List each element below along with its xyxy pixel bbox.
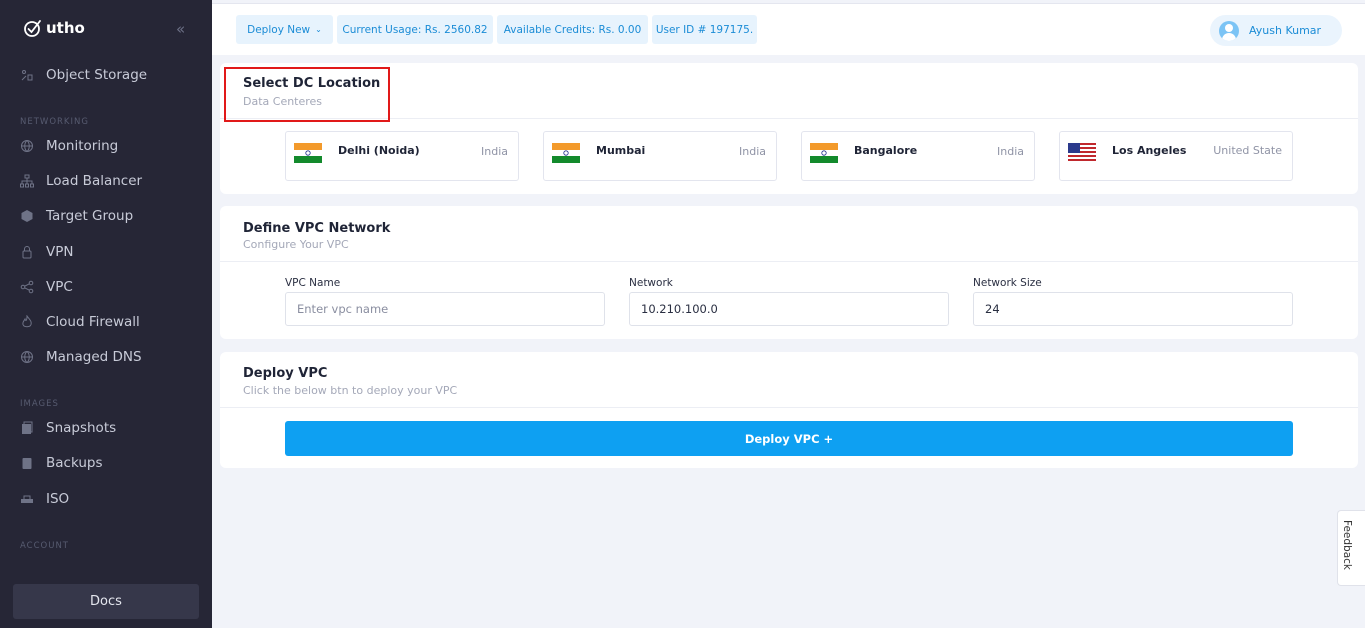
sidebar-item-label: VPC — [46, 279, 73, 295]
divider — [220, 407, 1358, 408]
lock-icon — [20, 245, 34, 259]
sidebar-item-label: Object Storage — [46, 67, 148, 83]
collapse-sidebar-icon[interactable]: « — [176, 20, 185, 38]
sidebar-item-label: Snapshots — [46, 420, 117, 436]
sidebar-item-object-storage[interactable]: Object Storage — [20, 67, 147, 83]
firewall-icon — [20, 315, 34, 329]
load-balancer-icon — [20, 174, 34, 188]
usa-flag-icon — [1068, 143, 1096, 163]
sidebar-item-monitoring[interactable]: Monitoring — [20, 138, 118, 154]
sidebar-item-label: Load Balancer — [46, 173, 143, 189]
vpc-name-label: VPC Name — [285, 277, 341, 289]
deploy-new-dropdown[interactable]: Deploy New ⌄ — [236, 15, 333, 44]
dc-option-mumbai[interactable]: Mumbai India — [543, 131, 777, 181]
dc-city: Mumbai — [596, 144, 646, 157]
current-usage-chip[interactable]: Current Usage: Rs. 2560.82 — [337, 15, 493, 44]
india-flag-icon — [810, 143, 838, 163]
brand-logo[interactable]: utho — [23, 18, 85, 38]
card-title: Define VPC Network — [243, 221, 391, 236]
share-icon — [20, 280, 34, 294]
globe-icon — [20, 350, 34, 364]
sidebar-item-label: Target Group — [46, 208, 134, 224]
user-menu[interactable]: Ayush Kumar — [1210, 15, 1342, 46]
sidebar-item-label: Cloud Firewall — [46, 314, 140, 330]
dc-country: India — [997, 145, 1024, 158]
docs-button[interactable]: Docs — [13, 584, 199, 619]
brand-name: utho — [46, 19, 85, 37]
india-flag-icon — [294, 143, 322, 163]
dc-option-delhi[interactable]: Delhi (Noida) India — [285, 131, 519, 181]
avatar — [1219, 20, 1239, 41]
dc-country: India — [739, 145, 766, 158]
available-credits-chip[interactable]: Available Credits: Rs. 0.00 — [497, 15, 648, 44]
deploy-new-label: Deploy New — [247, 23, 311, 36]
iso-icon — [20, 492, 34, 506]
dc-city: Delhi (Noida) — [338, 144, 420, 157]
network-label: Network — [629, 277, 673, 289]
divider — [220, 118, 1358, 119]
card-subtitle: Click the below btn to deploy your VPC — [243, 384, 458, 397]
network-size-label: Network Size — [973, 277, 1042, 289]
deploy-vpc-button[interactable]: Deploy VPC + — [285, 421, 1293, 456]
dc-option-los-angeles[interactable]: Los Angeles United State — [1059, 131, 1293, 181]
sidebar-item-label: ISO — [46, 491, 70, 507]
sidebar-item-snapshots[interactable]: Snapshots — [20, 420, 116, 436]
user-id-chip[interactable]: User ID # 197175. — [652, 15, 757, 44]
top-bar: Deploy New ⌄ Current Usage: Rs. 2560.82 … — [212, 3, 1365, 55]
utho-logo-icon — [24, 20, 41, 37]
backup-icon — [20, 456, 34, 470]
india-flag-icon — [552, 143, 580, 163]
card-title: Deploy VPC — [243, 366, 328, 381]
sidebar-item-cloud-firewall[interactable]: Cloud Firewall — [20, 314, 140, 330]
target-group-icon — [20, 209, 34, 223]
sidebar-item-backups[interactable]: Backups — [20, 455, 103, 471]
dc-country: India — [481, 145, 508, 158]
section-label-images: IMAGES — [20, 399, 59, 409]
sidebar: utho « Object Storage NETWORKING Monitor… — [0, 0, 212, 628]
user-name: Ayush Kumar — [1249, 24, 1322, 37]
snapshot-icon — [20, 421, 34, 435]
network-input[interactable] — [629, 292, 949, 326]
card-subtitle: Configure Your VPC — [243, 238, 349, 251]
dc-city: Los Angeles — [1112, 144, 1187, 157]
sidebar-item-target-group[interactable]: Target Group — [20, 208, 133, 224]
dc-option-bangalore[interactable]: Bangalore India — [801, 131, 1035, 181]
dc-country: United State — [1213, 144, 1282, 157]
feedback-tab[interactable]: Feedback — [1337, 510, 1365, 586]
feedback-label: Feedback — [1341, 520, 1353, 571]
network-size-input[interactable] — [973, 292, 1293, 326]
sidebar-item-vpn[interactable]: VPN — [20, 244, 73, 260]
sidebar-item-vpc[interactable]: VPC — [20, 279, 73, 295]
sidebar-item-load-balancer[interactable]: Load Balancer — [20, 173, 142, 189]
divider — [220, 261, 1358, 262]
sidebar-item-label: Managed DNS — [46, 349, 142, 365]
dc-city: Bangalore — [854, 144, 918, 157]
chevron-down-icon: ⌄ — [315, 25, 322, 34]
vpc-name-input[interactable] — [285, 292, 605, 326]
sidebar-item-iso[interactable]: ISO — [20, 491, 69, 507]
sidebar-item-label: VPN — [46, 244, 74, 260]
sidebar-item-label: Backups — [46, 455, 103, 471]
section-label-account: ACCOUNT — [20, 541, 69, 551]
section-label-networking: NETWORKING — [20, 117, 89, 127]
sidebar-item-managed-dns[interactable]: Managed DNS — [20, 349, 142, 365]
object-storage-icon — [20, 68, 34, 82]
sidebar-item-label: Monitoring — [46, 138, 119, 154]
highlight-box — [224, 67, 390, 122]
globe-icon — [20, 139, 34, 153]
